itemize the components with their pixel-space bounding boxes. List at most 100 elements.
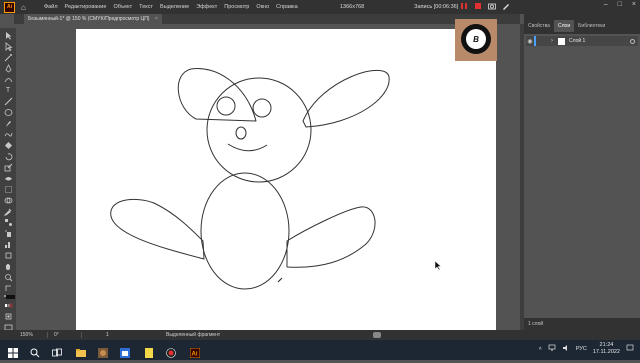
clock-time: 21:24 (599, 342, 614, 348)
menu-view[interactable]: Просмотр (224, 4, 249, 10)
search-icon[interactable] (30, 345, 40, 358)
menu-bar: Ai ⌂ Файл Редактирование Объект Текст Вы… (0, 0, 640, 14)
chevron-right-icon[interactable]: › (548, 38, 556, 44)
menu-items: Файл Редактирование Объект Текст Выделен… (44, 4, 305, 10)
menu-type[interactable]: Текст (139, 4, 153, 10)
type-tool-icon[interactable]: T (4, 86, 13, 95)
camera-icon[interactable] (488, 2, 496, 10)
hand-tool-icon[interactable] (4, 262, 13, 271)
pencil-icon[interactable] (502, 2, 510, 10)
photos-app-icon[interactable] (98, 345, 108, 358)
direct-selection-tool-icon[interactable] (4, 42, 13, 52)
layer-thumbnail (558, 37, 565, 45)
tools-panel: T ⋯ (0, 28, 16, 342)
eye-icon[interactable]: ◉ (526, 38, 534, 45)
network-icon[interactable] (548, 344, 556, 354)
app-logo: Ai (4, 1, 15, 13)
ellipse-tool-icon[interactable] (4, 108, 13, 117)
selection-tool-icon[interactable] (4, 31, 13, 40)
menu-edit[interactable]: Редактирование (65, 4, 107, 10)
document-tab[interactable]: Безымянный-1* @ 150 % (CMYK/Предпросмотр… (24, 14, 162, 24)
tab-close-icon[interactable]: × (155, 16, 158, 22)
shaper-tool-icon[interactable] (4, 130, 13, 139)
symbol-sprayer-tool-icon[interactable] (4, 229, 13, 238)
menu-object[interactable]: Объект (113, 4, 132, 10)
illustrator-taskbar-icon[interactable]: Ai (189, 345, 201, 359)
draw-mode-icon[interactable] (4, 312, 13, 321)
menu-window[interactable]: Окно (256, 4, 269, 10)
webcam-overlay: B (455, 19, 497, 61)
recorder-resolution: 1366x768 (340, 4, 365, 10)
notifications-icon[interactable] (626, 344, 634, 354)
menu-file[interactable]: Файл (44, 4, 58, 10)
volume-icon[interactable] (562, 344, 570, 354)
nose (235, 126, 247, 140)
close-icon[interactable]: × (632, 1, 636, 8)
pause-icon[interactable] (460, 2, 468, 10)
recorder-app-icon[interactable] (166, 345, 176, 358)
tab-layers[interactable]: Слои (553, 20, 575, 32)
layers-list: ◉ › Слой 1 (524, 34, 640, 318)
zoom-tool-icon[interactable] (4, 273, 13, 282)
scale-tool-icon[interactable] (4, 163, 13, 172)
artboard[interactable] (76, 29, 496, 333)
illustrator-window: Ai ⌂ Файл Редактирование Объект Текст Вы… (0, 0, 640, 360)
menu-select[interactable]: Выделение (160, 4, 189, 10)
tab-libraries[interactable]: Библиотеки (574, 20, 609, 32)
paintbrush-tool-icon[interactable] (4, 119, 13, 128)
rotate-tool-icon[interactable] (4, 152, 13, 161)
rotation-angle[interactable]: 0° (54, 332, 82, 338)
window-controls: – □ × (604, 1, 636, 8)
layer-target-icon[interactable] (630, 38, 635, 44)
layer-name[interactable]: Слой 1 (569, 38, 585, 44)
line-tool-icon[interactable] (4, 97, 13, 106)
magic-wand-tool-icon[interactable] (4, 53, 13, 62)
menu-effect[interactable]: Эффект (196, 4, 217, 10)
curvature-tool-icon[interactable] (4, 75, 13, 84)
zoom-level[interactable]: 150% (20, 332, 48, 338)
clock[interactable]: 21:24 17.11.2022 (593, 342, 620, 356)
left-ear (177, 67, 257, 122)
recorder-controls (460, 2, 510, 10)
stop-icon[interactable] (474, 2, 482, 10)
right-eye (252, 98, 272, 118)
store-app-icon[interactable] (120, 345, 130, 358)
blend-tool-icon[interactable] (4, 218, 13, 227)
free-transform-tool-icon[interactable] (4, 185, 13, 194)
color-mode-icon[interactable] (4, 301, 13, 310)
minimize-icon[interactable]: – (604, 1, 608, 8)
panel-tabs: Свойства Слои Библиотеки (524, 20, 640, 32)
windows-start-icon[interactable] (8, 345, 18, 358)
file-explorer-icon[interactable] (76, 345, 86, 357)
artboard-tool-icon[interactable] (4, 251, 13, 260)
maximize-icon[interactable]: □ (618, 1, 622, 8)
graph-tool-icon[interactable] (4, 240, 13, 249)
layer-row[interactable]: ◉ › Слой 1 (526, 36, 638, 46)
chevron-up-icon[interactable]: ˄ (539, 346, 542, 352)
mouth (227, 143, 268, 152)
artboard-number[interactable]: 1 (106, 332, 146, 338)
eraser-tool-icon[interactable] (4, 141, 13, 150)
home-icon[interactable]: ⌂ (21, 3, 30, 12)
horizontal-scrollbar-thumb[interactable] (373, 332, 381, 338)
width-tool-icon[interactable] (4, 174, 13, 183)
menu-help[interactable]: Справка (276, 4, 298, 10)
status-mode[interactable]: Выделенный фрагмент (166, 332, 220, 338)
recorder-status: Запись [00:06:36] (414, 4, 459, 10)
drawing (110, 67, 390, 290)
swap-colors-icon[interactable] (4, 284, 13, 293)
pen-tool-icon[interactable] (4, 64, 13, 73)
tab-properties[interactable]: Свойства (524, 20, 554, 32)
windows-taskbar: Ai ˄ РУС 21:24 17.11.2022 (0, 340, 640, 360)
eyedropper-tool-icon[interactable] (3, 207, 13, 216)
channel-badge: B (461, 24, 491, 54)
right-leg (286, 206, 376, 268)
canvas-area[interactable] (16, 24, 524, 333)
left-leg (110, 198, 205, 260)
shape-builder-tool-icon[interactable] (4, 196, 13, 205)
document-tab-bar: Безымянный-1* @ 150 % (CMYK/Предпросмотр… (14, 14, 520, 24)
notes-app-icon[interactable] (144, 345, 154, 358)
keyboard-language[interactable]: РУС (576, 346, 587, 352)
stroke-color-swatch[interactable] (6, 295, 15, 299)
task-view-icon[interactable] (52, 345, 62, 357)
